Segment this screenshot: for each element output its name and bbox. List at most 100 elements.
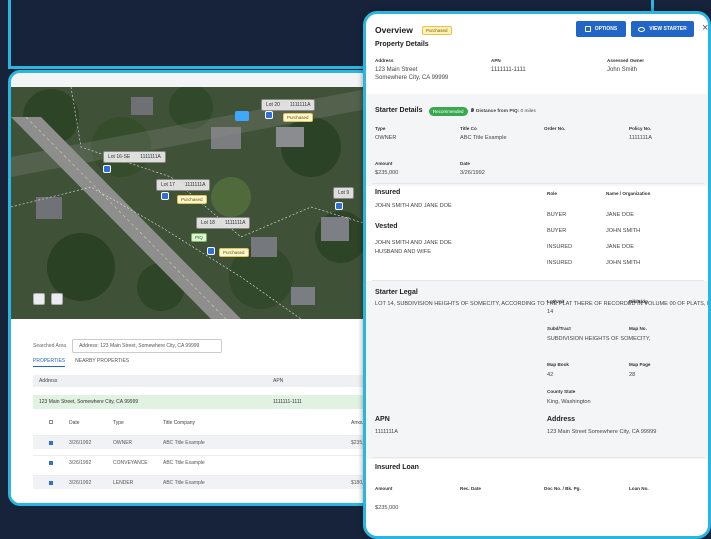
map-page-value: 28 [629, 372, 636, 378]
insured-loan-title: Insured Loan [375, 464, 419, 471]
search-input[interactable]: Address: 123 Main Street, Somewhere City… [72, 339, 223, 353]
loan-no-label: Loan No. [629, 486, 649, 491]
pin-apn: 1111111A [140, 154, 161, 160]
assessed-owner-label: Assessed Owner [607, 58, 645, 63]
map-pin[interactable]: Lot 20 1111111A [261, 99, 316, 111]
legal-apn-value: 1111111A [375, 429, 399, 435]
address-label: Address [375, 58, 394, 63]
tab-properties[interactable]: PROPERTIES [33, 358, 66, 367]
map-layer-tool-icon[interactable] [33, 293, 45, 305]
pin-lot: Lot 17 [161, 182, 175, 188]
map-pin[interactable]: Lot 18 1111111A [196, 217, 251, 229]
table-row[interactable]: 3/26/1992 OWNER ABC Title Example $235,0 [33, 435, 371, 449]
map-marker-icon[interactable] [161, 192, 169, 200]
party-name: JOHN SMITH [606, 228, 641, 234]
header-title-company: Title Company [163, 420, 196, 426]
policy-no-label: Policy No. [629, 126, 652, 131]
header-type: Type [113, 420, 124, 426]
map-pin[interactable]: Lot 16-SE 1111111A [103, 151, 166, 163]
party-name: JOHN SMITH [606, 260, 641, 266]
subd-tract-value: SUBDIVISION HEIGHTS OF SOMECITY, [547, 336, 651, 342]
pin-apn: 1111111A [224, 220, 246, 226]
map-pin[interactable]: Lot 9 [333, 187, 355, 199]
location-pin-icon [471, 108, 474, 112]
doc-company: ABC Title Example [163, 460, 205, 466]
insured-value: JOHN SMITH AND JANE DOE [375, 203, 452, 209]
amount-label: Amount [375, 161, 393, 166]
map-marker-icon[interactable] [265, 111, 273, 119]
lot-unit-label: Lot/Unit [547, 299, 565, 304]
doc-no-label: Doc No. / Bk. Pg. [544, 486, 581, 491]
pin-lot: Lot 16-SE [108, 154, 131, 160]
decor-line-horizontal [8, 66, 364, 69]
table-header: Address APN [33, 375, 371, 387]
party-role: INSURED [547, 244, 573, 250]
edit-icon [584, 26, 591, 32]
search-row: Searched Area Address: 123 Main Street, … [33, 339, 223, 353]
options-button[interactable]: OPTIONS [576, 21, 626, 37]
row-checkbox[interactable] [49, 461, 53, 465]
close-icon[interactable]: × [702, 22, 708, 34]
party-name: JANE DOE [606, 212, 634, 218]
pool-marker [235, 111, 249, 121]
results-tabs: PROPERTIES NEARBY PROPERTIES [33, 358, 129, 367]
doc-type: OWNER [113, 440, 133, 446]
header-date: Date [69, 420, 80, 426]
map-page-label: Map Page [629, 362, 651, 367]
legal-address-value: 123 Main Street Somewhere City, CA 99999 [547, 429, 657, 435]
table-row[interactable]: 3/26/1992 LENDER ABC Title Example $180,… [33, 475, 371, 489]
title-co-label: Title Co [460, 126, 477, 131]
row-checkbox[interactable] [49, 481, 53, 485]
view-starter-label: VIEW STARTER [649, 26, 687, 32]
doc-type: LENDER [113, 480, 134, 486]
map-marker-icon[interactable] [103, 165, 111, 173]
apn-value: 1111111-1111 [491, 67, 526, 73]
header-address: Address [39, 378, 58, 384]
party-role: BUYER [547, 228, 567, 234]
map-marker-icon[interactable] [335, 202, 343, 210]
purchased-badge: Purchased [219, 248, 249, 257]
property-details-title: Property Details [375, 41, 429, 48]
assessed-owner-value: John Smith [607, 67, 638, 73]
map-marker-icon[interactable] [207, 247, 215, 255]
row-checkbox[interactable] [49, 441, 53, 445]
purchased-badge: Purchased [177, 195, 207, 204]
rec-date-label: Rec. Date [460, 486, 481, 491]
starter-legal-text: LOT 14, SUBDIVISION HEIGHTS OF SOMECITY,… [375, 301, 711, 307]
map-book-value: 42 [547, 372, 554, 378]
tab-nearby-properties[interactable]: NEARBY PROPERTIES [75, 358, 129, 367]
party-role: BUYER [547, 212, 567, 218]
order-no-label: Order No. [544, 126, 566, 131]
table-row[interactable]: 123 Main Street, Somewhere City, CA 9999… [33, 395, 371, 409]
starter-legal-title: Starter Legal [375, 289, 418, 296]
subd-tract-label: Subd/Tract [547, 326, 571, 331]
county-state-value: King, Washington [547, 399, 591, 405]
header-apn: APN [273, 378, 284, 384]
name-org-label: Name / Organization [606, 191, 651, 196]
piq-badge: PIQ [191, 233, 207, 242]
doc-date: 3/26/1992 [69, 480, 92, 486]
decor-line-vertical [8, 0, 11, 68]
vested-title: Vested [375, 223, 398, 230]
pin-lot: Lot 9 [338, 190, 350, 196]
pin-apn: 1111111A [184, 182, 206, 188]
legal-apn-title: APN [375, 416, 390, 423]
doc-type: CONVEYANCE [113, 460, 148, 466]
aerial-map[interactable]: Lot 20 1111111A Purchased Lot 16-SE 111111… [11, 87, 371, 319]
table-row[interactable]: 3/26/1992 CONVEYANCE ABC Title Example [33, 455, 371, 469]
select-all-checkbox[interactable] [49, 420, 53, 424]
distance-value: 0 miles [520, 109, 536, 114]
map-draw-tool-icon[interactable] [51, 293, 63, 305]
lot-unit-value: 14 [547, 309, 554, 315]
date-value: 3/26/1992 [460, 170, 485, 176]
party-name: JANE DOE [606, 244, 634, 250]
county-state-label: County State [547, 389, 576, 394]
address-line1: 123 Main Street [375, 67, 418, 73]
party-role: INSURED [547, 260, 573, 266]
doc-company: ABC Title Example [163, 440, 205, 446]
map-pin[interactable]: Lot 17 1111111A [156, 179, 211, 191]
map-window: Lot 20 1111111A Purchased Lot 16-SE 111111… [8, 70, 374, 506]
view-starter-button[interactable]: VIEW STARTER [631, 21, 694, 37]
pin-apn: 1111111A [289, 102, 311, 108]
starter-details-title: Starter Details [375, 107, 423, 114]
